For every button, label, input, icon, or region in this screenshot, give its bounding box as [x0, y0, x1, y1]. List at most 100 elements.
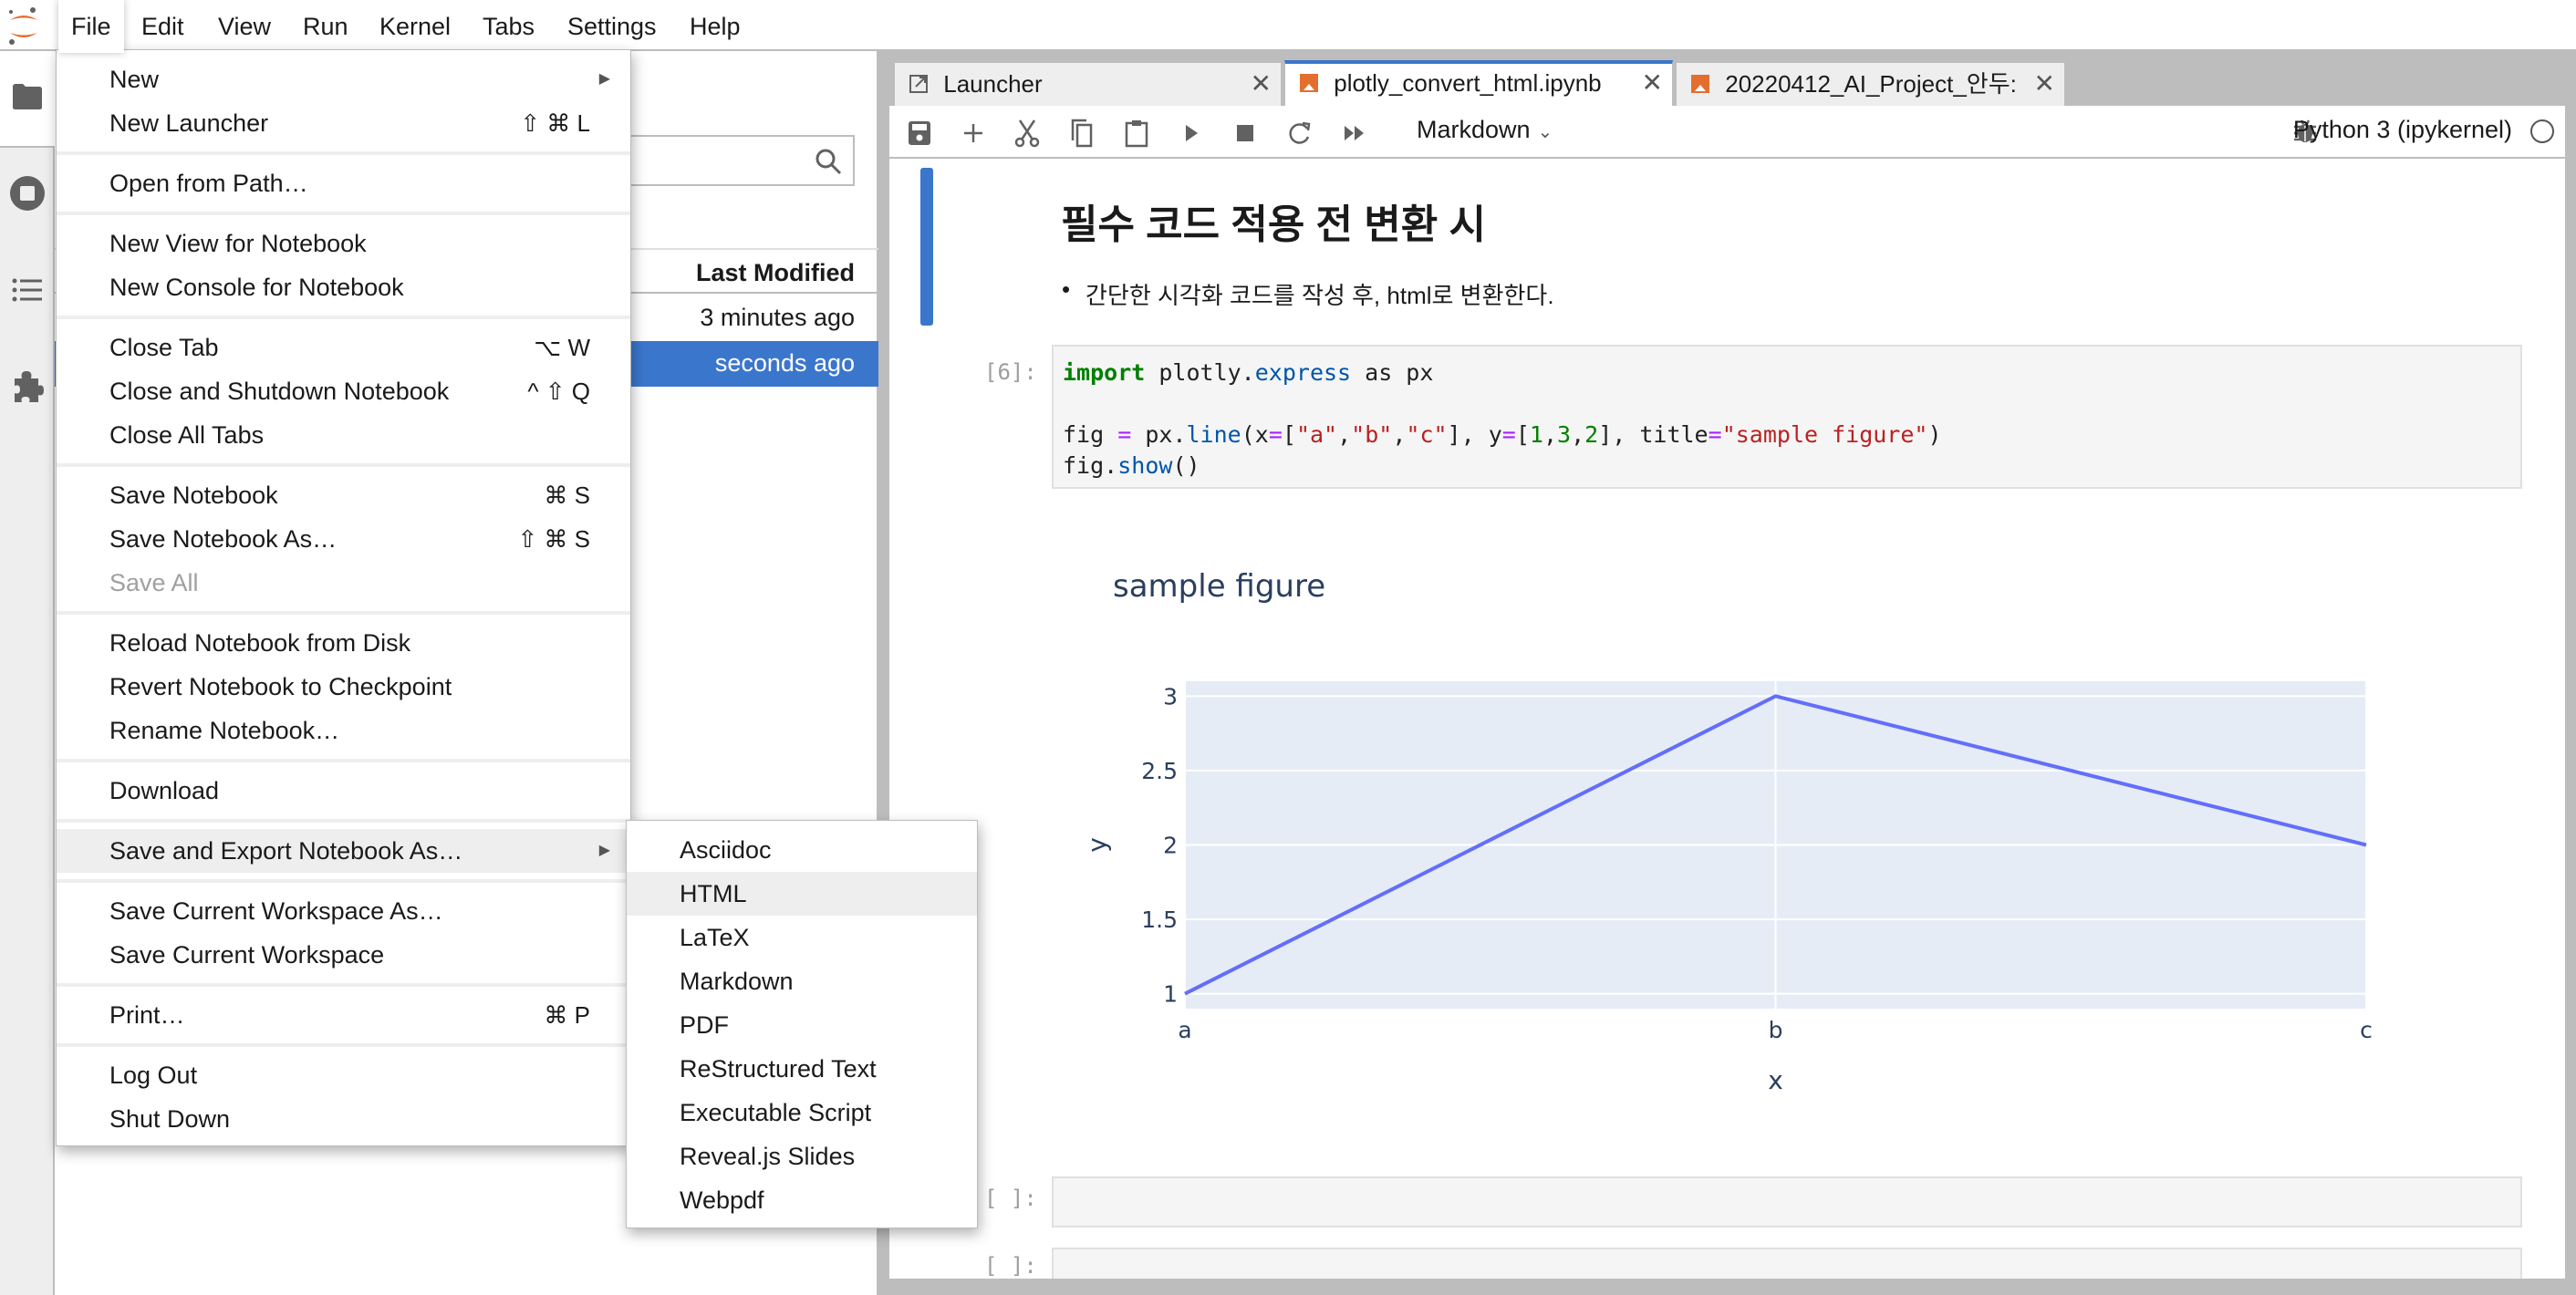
export-item-reveal-js-slides[interactable]: Reveal.js Slides	[627, 1134, 977, 1178]
menu-item-label: Download	[109, 777, 220, 804]
y-axis-title: y	[1082, 837, 1112, 853]
folder-icon[interactable]	[7, 77, 47, 117]
copy-icon[interactable]	[1065, 117, 1098, 150]
menu-item-shortcut: ⌥ W	[534, 334, 590, 361]
menu-item-reload-notebook-from-disk[interactable]: Reload Notebook from Disk	[57, 621, 630, 665]
run-all-icon[interactable]	[1338, 117, 1371, 150]
menu-item-label: Save Notebook	[109, 482, 278, 509]
menu-item-revert-notebook-to-checkpoint[interactable]: Revert Notebook to Checkpoint	[57, 665, 630, 709]
menu-item-shut-down[interactable]: Shut Down	[57, 1097, 630, 1141]
menu-item-shortcut: ⇧ ⌘ L	[520, 109, 590, 137]
notebook-icon	[1691, 75, 1709, 93]
export-item-restructured-text[interactable]: ReStructured Text	[627, 1047, 977, 1091]
menu-help[interactable]: Help	[677, 0, 753, 51]
notebook-toolbar: Markdown ⌄ Python 3 (ipykernel)	[889, 106, 2565, 159]
menu-item-open-from-path[interactable]: Open from Path…	[57, 161, 630, 205]
menu-item-save-current-workspace[interactable]: Save Current Workspace	[57, 933, 630, 977]
x-tick-label: c	[2360, 1017, 2373, 1043]
menu-item-log-out[interactable]: Log Out	[57, 1053, 630, 1097]
file-menu-dropdown: New ▶ New Launcher ⇧ ⌘ L Open from Path… New …	[56, 49, 631, 1146]
menu-item-label: Save All	[109, 569, 199, 596]
insert-cell-icon[interactable]	[957, 117, 990, 150]
y-tick-label: 2	[1163, 833, 1178, 859]
menu-item-label: HTML	[680, 880, 747, 907]
menu-item-print[interactable]: Print… ⌘ P	[57, 993, 630, 1037]
tab-label: 20220412_AI_Project_안두:	[1725, 70, 2017, 98]
menu-item-rename-notebook[interactable]: Rename Notebook…	[57, 709, 630, 752]
menu-separator	[57, 145, 630, 161]
empty-code-cell[interactable]	[1052, 1248, 2522, 1279]
y-tick-label: 1.5	[1141, 906, 1178, 933]
paste-icon[interactable]	[1120, 117, 1153, 150]
save-icon[interactable]	[903, 117, 936, 150]
restart-icon[interactable]	[1283, 117, 1316, 150]
table-of-contents-icon[interactable]	[7, 270, 47, 310]
tab-ai-project[interactable]: 20220412_AI_Project_안두: ✕	[1676, 62, 2065, 106]
export-item-pdf[interactable]: PDF	[627, 1003, 977, 1047]
menu-item-close-and-shutdown-notebook[interactable]: Close and Shutdown Notebook ^ ⇧ Q	[57, 369, 630, 413]
menu-item-label: Save Notebook As…	[109, 525, 338, 553]
active-cell-indicator[interactable]	[920, 168, 933, 326]
menu-item-close-tab[interactable]: Close Tab ⌥ W	[57, 326, 630, 369]
menu-item-label: New Launcher	[109, 109, 269, 137]
menu-item-label: Shut Down	[109, 1105, 231, 1133]
chevron-down-icon: ⌄	[1537, 122, 1553, 142]
menu-kernel[interactable]: Kernel	[367, 0, 463, 51]
empty-code-cell[interactable]	[1052, 1176, 2522, 1228]
code-cell-editor[interactable]: import plotly.express as px fig = px.lin…	[1052, 345, 2522, 489]
run-icon[interactable]	[1175, 117, 1208, 150]
close-icon[interactable]: ✕	[1251, 63, 1272, 105]
empty-cell-prompt: [ ]:	[984, 1253, 1037, 1279]
menu-item-label: Print…	[109, 1001, 185, 1029]
interrupt-icon[interactable]	[1229, 117, 1262, 150]
running-sessions-icon[interactable]	[7, 173, 47, 213]
menu-item-new[interactable]: New ▶	[57, 57, 630, 101]
menu-item-label: New Console for Notebook	[109, 274, 404, 301]
export-item-markdown[interactable]: Markdown	[627, 959, 977, 1003]
menu-item-save-and-export-notebook-as[interactable]: Save and Export Notebook As… ▶	[57, 829, 630, 873]
menu-separator	[57, 1037, 630, 1053]
export-item-executable-script[interactable]: Executable Script	[627, 1091, 977, 1134]
tab-launcher[interactable]: Launcher ✕	[894, 62, 1282, 106]
menu-item-label: New	[109, 66, 160, 93]
markdown-heading: 필수 코드 적용 전 변환 시	[1061, 202, 1486, 247]
menu-item-save-notebook-as[interactable]: Save Notebook As… ⇧ ⌘ S	[57, 517, 630, 561]
menu-item-label: Asciidoc	[680, 836, 772, 864]
menu-view[interactable]: View	[205, 0, 284, 51]
y-tick-label: 2.5	[1141, 758, 1178, 784]
menu-item-close-all-tabs[interactable]: Close All Tabs	[57, 413, 630, 457]
menu-item-label: Close All Tabs	[109, 421, 265, 449]
code-text: import plotly.express as px fig = px.lin…	[1063, 359, 1942, 479]
menu-separator	[57, 977, 630, 993]
menu-item-download[interactable]: Download	[57, 769, 630, 813]
kernel-name[interactable]: Python 3 (ipykernel)	[2293, 116, 2512, 144]
export-item-asciidoc[interactable]: Asciidoc	[627, 828, 977, 872]
column-header-label: Last Modified	[696, 259, 855, 286]
jupyter-logo-icon[interactable]	[5, 5, 42, 46]
menu-run[interactable]: Run	[290, 0, 361, 51]
menu-separator	[57, 873, 630, 889]
extension-manager-icon[interactable]	[7, 367, 47, 407]
menu-item-new-launcher[interactable]: New Launcher ⇧ ⌘ L	[57, 101, 630, 145]
menu-file[interactable]: File	[58, 0, 124, 53]
menu-item-save-notebook[interactable]: Save Notebook ⌘ S	[57, 473, 630, 517]
close-icon[interactable]: ✕	[2034, 63, 2055, 105]
tab-plotly-convert-html[interactable]: plotly_convert_html.ipynb ✕	[1284, 60, 1673, 108]
menu-edit[interactable]: Edit	[129, 0, 197, 51]
close-icon[interactable]: ✕	[1642, 64, 1663, 102]
menu-item-new-view-for-notebook[interactable]: New View for Notebook	[57, 222, 630, 265]
export-item-latex[interactable]: LaTeX	[627, 916, 977, 959]
menu-item-label: ReStructured Text	[680, 1055, 877, 1083]
menu-item-new-console-for-notebook[interactable]: New Console for Notebook	[57, 265, 630, 309]
x-tick-label: a	[1178, 1017, 1191, 1043]
plotly-line-chart[interactable]: sample figure 1 1.5 2 2.5 3 a b c x y	[1054, 523, 2559, 1279]
menu-item-label: Save Current Workspace	[109, 941, 385, 969]
menu-item-label: Webpdf	[680, 1186, 764, 1214]
cell-type-dropdown[interactable]: Markdown ⌄	[1417, 116, 1553, 144]
cut-icon[interactable]	[1011, 117, 1044, 150]
menu-tabs[interactable]: Tabs	[470, 0, 547, 51]
menu-item-save-current-workspace-as[interactable]: Save Current Workspace As…	[57, 889, 630, 933]
export-item-webpdf[interactable]: Webpdf	[627, 1178, 977, 1222]
export-item-html[interactable]: HTML	[627, 872, 977, 916]
menu-settings[interactable]: Settings	[555, 0, 670, 51]
